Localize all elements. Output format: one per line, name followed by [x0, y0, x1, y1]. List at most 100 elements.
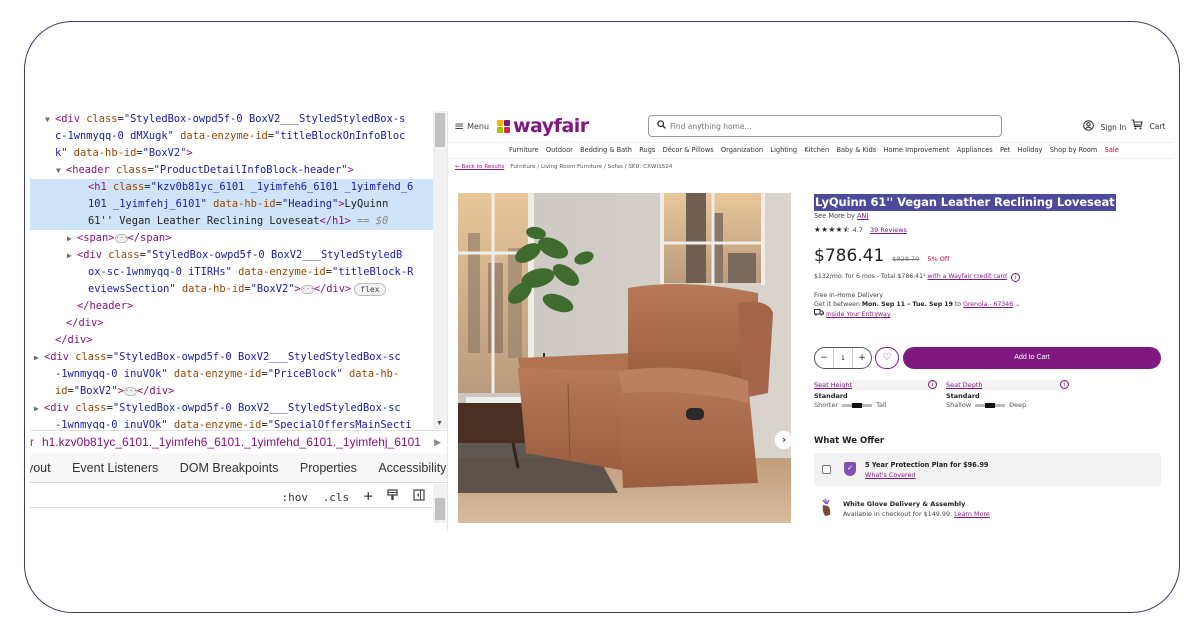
next-image-button[interactable]: ›: [774, 430, 791, 450]
styles-filter-input[interactable]: [30, 486, 268, 506]
nav-home-improvement[interactable]: Home Improvement: [884, 146, 950, 154]
tab-event-listeners[interactable]: Event Listeners: [72, 453, 158, 482]
expand-triangle-icon[interactable]: ▶: [67, 230, 77, 247]
styles-scrollbar[interactable]: [433, 484, 447, 523]
whats-covered-link[interactable]: What's Covered: [865, 471, 915, 479]
elements-dom-tree[interactable]: ▼ <div class="StyledBox-owpd5f-0 BoxV2___…: [30, 111, 433, 429]
flex-badge[interactable]: flex: [354, 282, 386, 296]
quantity-value[interactable]: 1: [833, 348, 853, 368]
dom-node-line[interactable]: -1wnmyqq-0 inuVOk" data-enzyme-id="Speci…: [30, 417, 433, 429]
dom-node-line[interactable]: ▶ <div class="StyledBox-owpd5f-0 BoxV2___…: [30, 349, 433, 366]
nav-outdoor[interactable]: Outdoor: [546, 146, 573, 154]
dom-node-line[interactable]: </div>: [30, 315, 433, 332]
back-to-results-link[interactable]: ← Back to Results: [455, 164, 504, 170]
nav-lighting[interactable]: Lighting: [770, 146, 797, 154]
delivery-option-link[interactable]: Inside Your Entryway: [826, 311, 891, 318]
protection-plan-title: 5 Year Protection Plan for $96.99: [865, 461, 989, 469]
dom-node-line[interactable]: <h1 class="kzv0b81yc_6101 _1yimfeh6_6101…: [30, 179, 433, 196]
nav-decor-pillows[interactable]: Décor & Pillows: [663, 146, 714, 154]
nav-holiday[interactable]: Holiday: [1018, 146, 1043, 154]
dom-node-line[interactable]: c-1wnmyqq-0 dMXugk" data-enzyme-id="titl…: [30, 128, 433, 145]
quantity-increase-button[interactable]: +: [853, 348, 871, 368]
cart-button[interactable]: Cart: [1131, 119, 1165, 133]
expand-triangle-icon[interactable]: ▶: [67, 247, 77, 264]
breadcrumb-current-element[interactable]: h1.kzv0b81yc_6101._1yimfeh6_6101._1yimfe…: [42, 435, 421, 449]
menu-button[interactable]: ≡ Menu: [454, 119, 489, 133]
seat-depth-high: Deep: [1009, 401, 1027, 409]
rating-row: ★★★★⯪ 4.7 39 Reviews: [814, 224, 1169, 237]
dom-node-line[interactable]: 61'' Vegan Leather Reclining Loveseat</h…: [30, 213, 433, 230]
styles-scrollbar-thumb[interactable]: [435, 498, 445, 520]
dom-node-line[interactable]: </div>: [30, 332, 433, 349]
add-to-cart-button[interactable]: Add to Cart: [903, 347, 1161, 369]
search-input[interactable]: [670, 119, 990, 133]
dom-token: class: [113, 181, 145, 193]
seat-depth-link[interactable]: Seat Depth: [946, 381, 983, 389]
account-icon: [1083, 120, 1098, 134]
dom-tree-scrollbar[interactable]: ▼: [433, 111, 447, 429]
brand-link[interactable]: ANJ: [857, 212, 868, 220]
collapse-triangle-icon[interactable]: ▼: [45, 111, 55, 128]
nav-bedding-bath[interactable]: Bedding & Bath: [580, 146, 632, 154]
dom-node-line[interactable]: </header>: [30, 298, 433, 315]
seat-height-info-icon[interactable]: i: [928, 380, 937, 389]
scroll-down-arrow[interactable]: ▼: [436, 420, 443, 427]
breadcrumb-prev[interactable]: r: [30, 435, 42, 449]
nav-kitchen[interactable]: Kitchen: [804, 146, 829, 154]
dom-node-line[interactable]: ox-sc-1wnmyqq-0 iTIRHs" data-enzyme-id="…: [30, 264, 433, 281]
collapsed-children-ellipsis[interactable]: ···: [114, 233, 128, 243]
credit-card-link[interactable]: with a Wayfair credit card: [928, 273, 1007, 280]
learn-more-link[interactable]: Learn More: [954, 510, 990, 518]
nav-furniture[interactable]: Furniture: [509, 146, 539, 154]
quantity-decrease-button[interactable]: −: [815, 348, 833, 368]
cls-toggle[interactable]: .cls: [323, 491, 350, 504]
dom-node-line[interactable]: eviewsSection" data-hb-id="BoxV2">···</d…: [30, 281, 433, 298]
dom-node-line[interactable]: ▼ <div class="StyledBox-owpd5f-0 BoxV2___…: [30, 111, 433, 128]
tab-dom-breakpoints[interactable]: DOM Breakpoints: [180, 453, 279, 482]
seat-height-link[interactable]: Seat Height: [814, 381, 852, 389]
computed-styles-paint-icon[interactable]: [387, 489, 405, 504]
nav-sale[interactable]: Sale: [1105, 146, 1119, 154]
collapsed-children-ellipsis[interactable]: ···: [300, 284, 314, 294]
dom-node-line[interactable]: id="BoxV2">···</div>: [30, 383, 433, 400]
nav-shop-by-room[interactable]: Shop by Room: [1050, 146, 1098, 154]
search-bar[interactable]: [648, 115, 1002, 137]
delivery-location-link[interactable]: Grenola - 67346: [963, 301, 1013, 308]
wayfair-logo[interactable]: wayfair: [497, 115, 589, 137]
dom-node-line[interactable]: ▼ <header class="ProductDetailInfoBlock-h…: [30, 162, 433, 179]
product-image[interactable]: ›: [458, 193, 791, 523]
reviews-link[interactable]: 39 Reviews: [870, 226, 907, 234]
nav-baby-kids[interactable]: Baby & Kids: [836, 146, 876, 154]
financing-info-icon[interactable]: i: [1010, 273, 1020, 282]
dom-node-line[interactable]: k" data-hb-id="BoxV2">: [30, 145, 433, 162]
collapse-triangle-icon[interactable]: ▼: [56, 162, 66, 179]
hov-toggle[interactable]: :hov: [281, 491, 308, 504]
chevron-down-icon[interactable]: ⌄: [1015, 301, 1020, 308]
tab-layout[interactable]: ayout: [30, 453, 51, 482]
tab-properties[interactable]: Properties: [300, 453, 357, 482]
dom-node-line[interactable]: ▶ <div class="StyledBox-owpd5f-0 BoxV2___…: [30, 400, 433, 417]
dom-node-line[interactable]: 101 _1yimfehj_6101" data-hb-id="Heading"…: [30, 196, 433, 213]
collapsed-children-ellipsis[interactable]: ···: [123, 386, 138, 396]
scrollbar-thumb[interactable]: [435, 113, 445, 147]
dom-node-line[interactable]: -1wnmyqq-0 inuVOk" data-enzyme-id="Price…: [30, 366, 433, 383]
dom-node-line[interactable]: ▶ <div class="StyledBox-owpd5f-0 BoxV2___…: [30, 247, 433, 264]
tab-accessibility[interactable]: Accessibility: [378, 453, 446, 482]
breadcrumb-scroll-right-icon[interactable]: ▶: [434, 431, 441, 452]
page-breadcrumb: ← Back to Results Furniture / Living Room…: [455, 164, 672, 170]
dom-node-line[interactable]: ▶ <span>···</span>: [30, 230, 433, 247]
new-style-rule-icon[interactable]: +: [364, 487, 373, 505]
favorite-button[interactable]: ♡: [875, 347, 899, 369]
toggle-sidebar-icon[interactable]: [413, 489, 425, 504]
sign-in-button[interactable]: Sign In: [1083, 120, 1126, 134]
nav-organization[interactable]: Organization: [721, 146, 763, 154]
dom-token: <div: [55, 113, 87, 125]
expand-triangle-icon[interactable]: ▶: [34, 400, 44, 417]
seat-depth-info-icon[interactable]: i: [1060, 380, 1069, 389]
nav-appliances[interactable]: Appliances: [957, 146, 993, 154]
protection-plan-checkbox[interactable]: [822, 465, 831, 474]
nav-pet[interactable]: Pet: [1000, 146, 1010, 154]
product-title: LyQuinn 61'' Vegan Leather Reclining Lov…: [814, 194, 1116, 211]
expand-triangle-icon[interactable]: ▶: [34, 349, 44, 366]
nav-rugs[interactable]: Rugs: [639, 146, 655, 154]
